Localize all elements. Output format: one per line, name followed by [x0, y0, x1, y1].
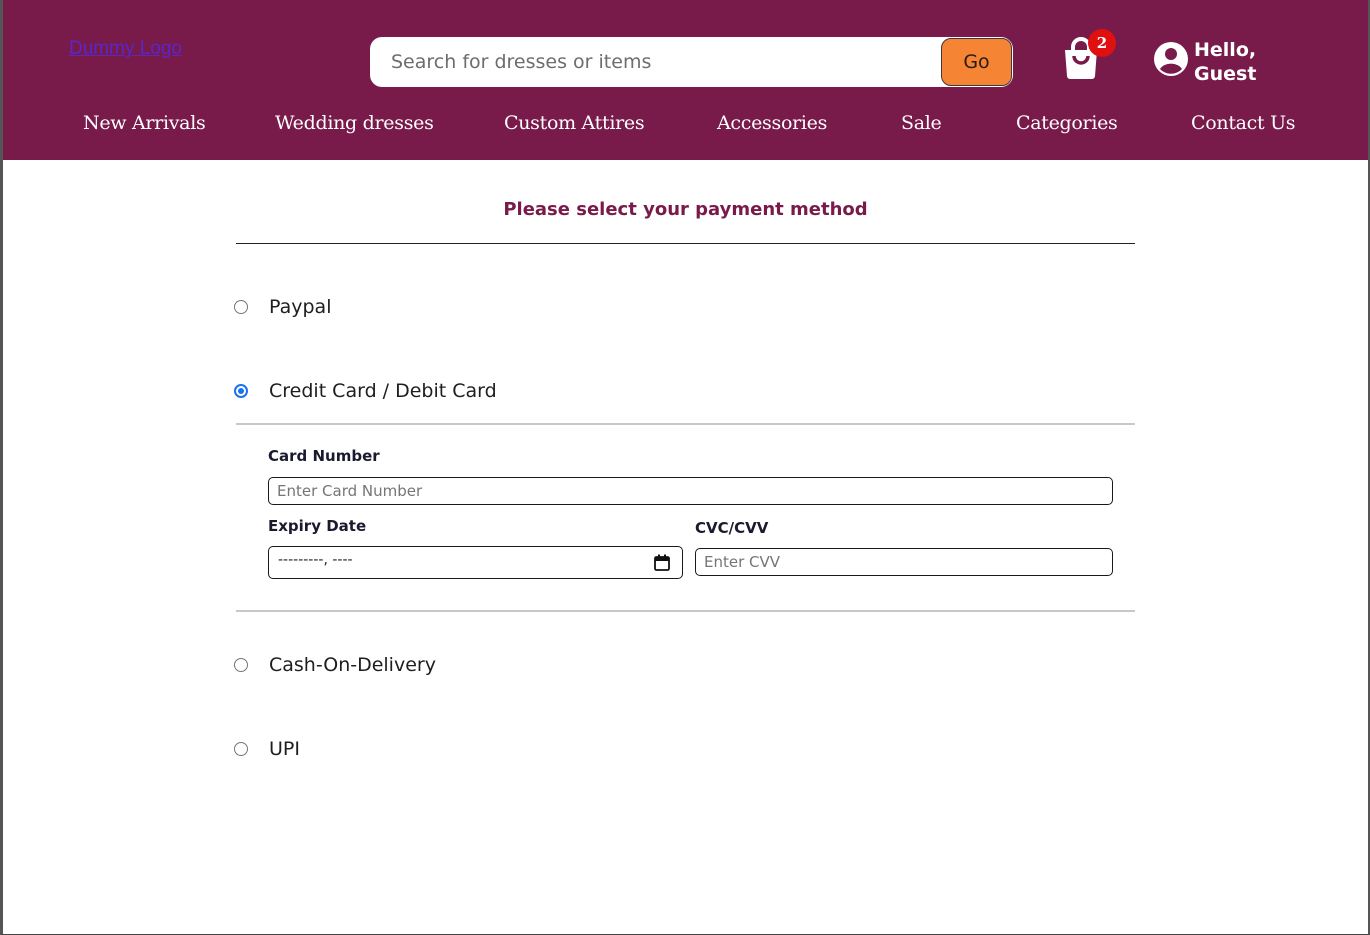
search-input[interactable] — [370, 37, 942, 87]
card-form-divider-bottom — [236, 610, 1135, 612]
card-number-field[interactable] — [268, 477, 1113, 505]
main-nav: New Arrivals Wedding dresses Custom Atti… — [3, 112, 1368, 144]
nav-item-custom-attires[interactable]: Custom Attires — [504, 112, 645, 134]
cvv-field[interactable] — [695, 548, 1113, 576]
cvv-label: CVC/CVV — [695, 519, 769, 537]
search-go-button[interactable]: Go — [941, 38, 1012, 86]
cart-count-badge: 2 — [1088, 29, 1116, 57]
nav-item-accessories[interactable]: Accessories — [717, 112, 827, 134]
nav-item-contact-us[interactable]: Contact Us — [1191, 112, 1296, 134]
payment-option-label: Cash-On-Delivery — [269, 654, 436, 676]
expiry-date-field[interactable]: ---------, ---- — [268, 546, 683, 579]
nav-item-sale[interactable]: Sale — [901, 112, 942, 134]
nav-item-new-arrivals[interactable]: New Arrivals — [83, 112, 206, 134]
nav-item-wedding-dresses[interactable]: Wedding dresses — [275, 112, 434, 134]
card-form-divider-top — [236, 423, 1135, 425]
expiry-date-value: ---------, ---- — [278, 552, 353, 568]
cod-radio[interactable] — [234, 658, 248, 672]
payment-option-label: Paypal — [269, 296, 332, 318]
payment-option-label: UPI — [269, 738, 300, 760]
payment-option-label: Credit Card / Debit Card — [269, 380, 497, 402]
user-circle-icon — [1154, 42, 1188, 76]
logo-link[interactable]: Dummy Logo — [69, 38, 182, 60]
expiry-date-label: Expiry Date — [268, 517, 367, 535]
calendar-icon[interactable] — [654, 554, 670, 571]
card-radio[interactable] — [234, 384, 248, 398]
user-greeting: Hello, Guest — [1194, 39, 1257, 85]
search-bar: Go — [370, 37, 1013, 87]
page-title: Please select your payment method — [503, 199, 868, 220]
paypal-radio[interactable] — [234, 300, 248, 314]
card-number-label: Card Number — [268, 447, 380, 465]
title-divider — [236, 243, 1135, 244]
nav-item-categories[interactable]: Categories — [1016, 112, 1118, 134]
site-header: Dummy Logo Go 2 Hello, Guest New Arrival… — [3, 0, 1368, 160]
user-account-button[interactable]: Hello, Guest — [1153, 38, 1283, 88]
upi-radio[interactable] — [234, 742, 248, 756]
